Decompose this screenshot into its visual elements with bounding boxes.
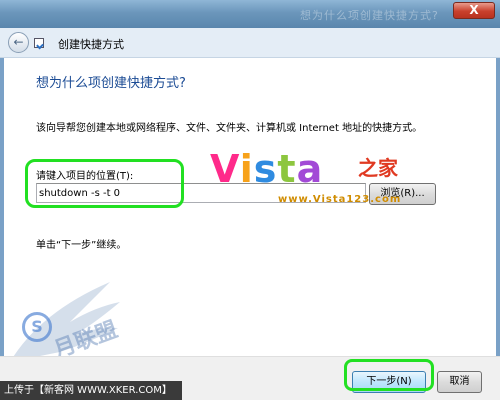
title-bar: 想为什么项创建快捷方式? X bbox=[0, 0, 500, 28]
back-button[interactable]: ← bbox=[8, 32, 29, 53]
seal-watermark-icon: S bbox=[22, 312, 52, 342]
vista-letter-s: s bbox=[253, 147, 278, 191]
wizard-description: 该向导帮您创建本地或网络程序、文件、文件夹、计算机或 Internet 地址的快… bbox=[36, 123, 423, 134]
window-right-edge bbox=[496, 58, 500, 356]
vista-letter-v: V bbox=[210, 147, 240, 191]
vista-letter-i: i bbox=[239, 147, 254, 191]
page-heading: 想为什么项创建快捷方式? bbox=[36, 76, 186, 91]
vista-watermark-url: www.Vista123.com bbox=[278, 194, 402, 205]
next-highlight-ring bbox=[344, 359, 434, 391]
blurred-title-text: 想为什么项创建快捷方式? bbox=[300, 9, 439, 22]
location-highlight-ring bbox=[25, 159, 184, 208]
vista-watermark-logo: Vista bbox=[210, 147, 323, 191]
wizard-title: 创建快捷方式 bbox=[58, 38, 124, 51]
close-button[interactable]: X bbox=[453, 2, 495, 19]
cancel-button[interactable]: 取消 bbox=[437, 371, 482, 393]
wizard-nav-bar: ← 创建快捷方式 bbox=[0, 28, 500, 58]
continue-hint: 单击“下一步”继续。 bbox=[36, 240, 127, 251]
vista-letter-t: t bbox=[277, 147, 297, 191]
vista-letter-a: a bbox=[296, 147, 324, 191]
vista-watermark-cn: 之家 bbox=[358, 156, 398, 180]
shortcut-icon bbox=[34, 38, 44, 48]
upload-watermark-banner: 上传于【新客网 WWW.XKER.COM】 bbox=[0, 381, 182, 400]
